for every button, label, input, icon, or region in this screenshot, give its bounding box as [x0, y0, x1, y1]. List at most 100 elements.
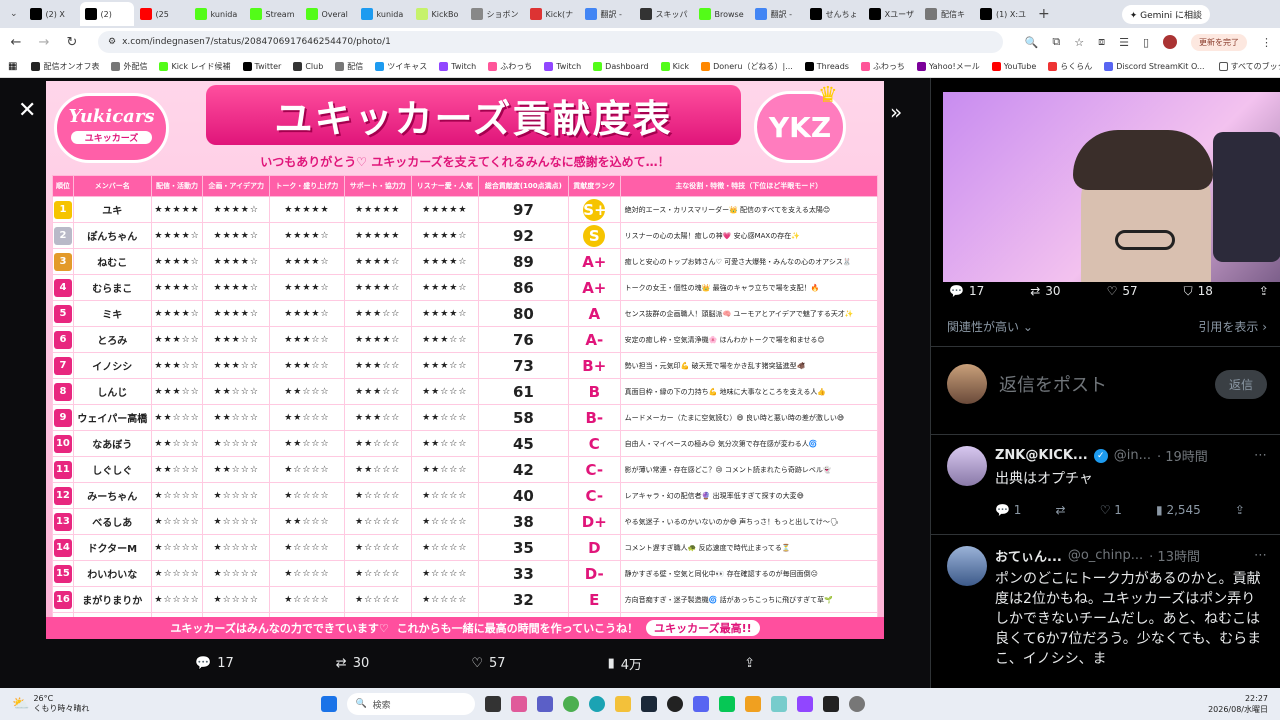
reply-input[interactable]: 返信をポスト [999, 371, 1203, 397]
reply-button[interactable]: 返信 [1214, 369, 1267, 399]
bookmark-item[interactable]: Twitter [242, 61, 281, 72]
teams-icon[interactable] [537, 696, 554, 712]
side-like-button[interactable]: ♡ 57 [1107, 284, 1138, 299]
settings-icon[interactable] [849, 696, 866, 712]
forward-icon[interactable]: → [36, 35, 52, 50]
browser-tab[interactable]: (1) X:ユ [975, 2, 1031, 26]
post-views-button[interactable]: ▮ 2,545 [1156, 503, 1201, 517]
bookmark-item[interactable]: Twitch [544, 61, 581, 72]
bookmark-item[interactable]: Threads [804, 61, 849, 72]
all-bookmarks[interactable]: すべてのブックマーク [1218, 61, 1280, 72]
browser-tab[interactable]: ショボン [466, 2, 524, 26]
twitch-icon[interactable] [797, 696, 814, 712]
start-icon[interactable] [321, 696, 338, 712]
profile-avatar[interactable] [1163, 35, 1177, 49]
edge-icon[interactable] [589, 696, 606, 712]
browser-tab[interactable]: (2) X [25, 2, 79, 26]
repost-action[interactable]: ⇄ 30 [336, 654, 369, 673]
browser-tab[interactable]: Browse [694, 2, 749, 26]
system-clock[interactable]: 22:27 2026/08/水曜日 [1208, 693, 1268, 715]
browser-tab[interactable]: 配信キ [920, 2, 974, 26]
menu-icon[interactable]: ⋮ [1261, 36, 1272, 49]
zoom-icon[interactable]: 🔍 [1025, 36, 1039, 49]
new-tab-button[interactable]: + [1032, 6, 1056, 22]
view-quotes-link[interactable]: 引用を表示 › [1198, 318, 1267, 335]
split-icon[interactable]: ▯ [1143, 36, 1149, 49]
browser-tab[interactable]: (25 [135, 2, 189, 26]
post-reply-button[interactable]: 💬 1 [995, 503, 1021, 517]
side-bookmark-button[interactable]: ⛉ 18 [1184, 284, 1213, 299]
browser-tab[interactable]: KickBo [411, 2, 465, 26]
collapse-panel-icon[interactable]: » [890, 100, 902, 124]
bookmark-item[interactable]: Twitch [439, 61, 476, 72]
bookmark-item[interactable]: Kick レイド候補 [159, 61, 231, 72]
bookmark-item[interactable]: Yahoo!メール [916, 61, 980, 72]
gemini-button[interactable]: ✦ Gemini に相談 [1121, 4, 1210, 24]
copilot-icon[interactable] [511, 696, 528, 712]
post-share-button[interactable]: ⇪ [1235, 503, 1245, 517]
browser-tab[interactable]: Stream [245, 2, 300, 26]
bookmark-item[interactable]: Discord StreamKit O... [1104, 61, 1205, 72]
extensions-icon[interactable]: ⧈ [1098, 35, 1105, 49]
browser-tab[interactable]: Overal [301, 2, 355, 26]
browser-tab[interactable]: 翻訳 - [580, 2, 634, 26]
reply-post[interactable]: ZNK@KICK... ✓ @in... · 19時間 ⋯ 出典はオプチャ 💬 … [947, 446, 1267, 517]
post-repost-button[interactable]: ⇄ [1056, 503, 1066, 517]
update-button[interactable]: 更新を完了 [1191, 33, 1247, 51]
post-handle[interactable]: @in... [1114, 448, 1151, 463]
close-icon[interactable]: ✕ [18, 98, 36, 123]
reading-list-icon[interactable]: ☰ [1119, 36, 1129, 49]
share-action[interactable]: ⇪ [744, 654, 755, 673]
browser-tab[interactable]: 翻訳 - [750, 2, 804, 26]
site-info-icon[interactable]: ⚙ [108, 37, 116, 47]
discord-icon[interactable] [693, 696, 710, 712]
taskbar-search[interactable]: 🔍 検索 [347, 693, 476, 715]
file-explorer-icon[interactable] [615, 696, 632, 712]
reply-post[interactable]: おてぃん... @o_chinp... · 13時間 ⋯ ポンのどこにトーク力が… [947, 546, 1267, 669]
browser-tab[interactable]: Xユーザ [864, 2, 919, 26]
stream-video-thumbnail[interactable] [943, 92, 1280, 282]
url-field[interactable]: ⚙ x.com/indegnasen7/status/2084706917646… [98, 31, 1003, 53]
terminal-icon[interactable] [823, 696, 840, 712]
bookmark-item[interactable]: Doneru（どねる）|... [701, 61, 793, 72]
back-icon[interactable]: ← [8, 35, 24, 50]
bookmark-item[interactable]: 配信オンオフ表 [31, 61, 99, 72]
reload-icon[interactable]: ↻ [64, 35, 80, 50]
reply-action[interactable]: 💬 17 [195, 654, 234, 673]
browser-tab[interactable]: Kick(ナ [525, 2, 579, 26]
bookmark-star-icon[interactable]: ☆ [1074, 36, 1084, 49]
apps-icon[interactable]: ▦ [8, 61, 17, 72]
bookmark-item[interactable]: Club [293, 61, 323, 72]
side-repost-button[interactable]: ⇄ 30 [1030, 284, 1060, 299]
sort-dropdown[interactable]: 関連性が高い ⌄ [947, 318, 1033, 335]
notepad-icon[interactable] [771, 696, 788, 712]
side-share-button[interactable]: ⇪ [1259, 284, 1269, 299]
bookmark-item[interactable]: ふわっち [488, 61, 532, 72]
app-icon[interactable] [745, 696, 762, 712]
line-icon[interactable] [719, 696, 736, 712]
bookmark-item[interactable]: Dashboard [593, 61, 649, 72]
post-avatar[interactable] [947, 546, 987, 586]
browser-tab[interactable]: kunida [190, 2, 244, 26]
post-like-button[interactable]: ♡ 1 [1100, 503, 1122, 517]
post-time[interactable]: · 13時間 [1149, 546, 1200, 565]
browser-tab[interactable]: スキッパ [635, 2, 693, 26]
bookmark-item[interactable]: Kick [660, 61, 689, 72]
post-author[interactable]: ZNK@KICK... [995, 448, 1088, 463]
bookmark-item[interactable]: ふわっち [860, 61, 905, 72]
views-action[interactable]: ▮ 4万 [608, 654, 642, 673]
more-icon[interactable]: ⋯ [1254, 448, 1267, 463]
browser-tab[interactable]: kunida [356, 2, 410, 26]
tab-search-icon[interactable]: ⌄ [4, 9, 24, 19]
chrome-icon[interactable] [563, 696, 580, 712]
obs-icon[interactable] [667, 696, 684, 712]
bookmark-item[interactable]: 外配信 [111, 61, 147, 72]
side-reply-button[interactable]: 💬 17 [949, 284, 984, 299]
post-time[interactable]: · 19時間 [1157, 446, 1208, 465]
weather-widget[interactable]: ⛅ 26°C くもり時々晴れ [12, 694, 89, 714]
post-author[interactable]: おてぃん... [995, 546, 1062, 565]
post-avatar[interactable] [947, 446, 987, 486]
bookmark-item[interactable]: ツイキャス [375, 61, 427, 72]
browser-tab[interactable]: (2) [79, 2, 134, 26]
like-action[interactable]: ♡ 57 [471, 654, 505, 673]
